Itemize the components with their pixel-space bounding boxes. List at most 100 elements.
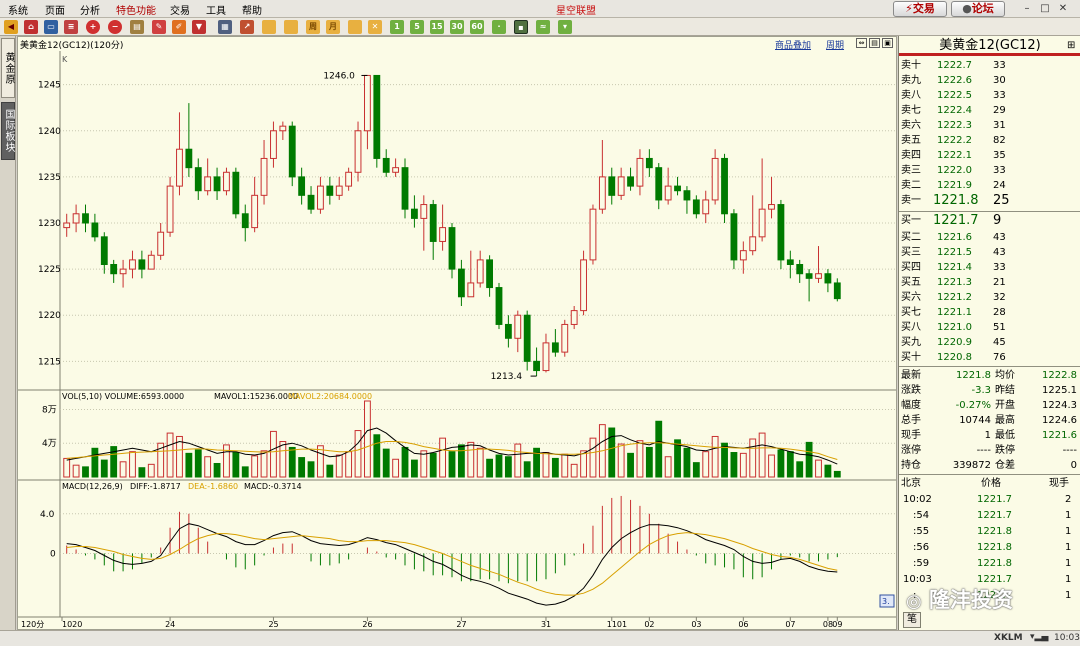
stat-label: 仓差: [995, 460, 1015, 471]
trade-price: 1221.8: [977, 526, 1012, 537]
candle-body: [335, 185, 343, 196]
period-tick-icon[interactable]: ▾: [558, 20, 572, 34]
menu-features[interactable]: 特色功能: [116, 2, 156, 17]
volume-bar: [504, 456, 512, 478]
menu-help[interactable]: 帮助: [242, 2, 262, 17]
stat-label: 均价: [995, 370, 1015, 381]
volume-bar: [251, 455, 259, 478]
volume-bar: [457, 444, 465, 478]
volume-bar: [288, 446, 296, 478]
panel-menu-icon[interactable]: ⊞: [1067, 40, 1075, 51]
brush-icon[interactable]: ✐: [172, 20, 186, 34]
period-year-icon[interactable]: ✕: [368, 20, 382, 34]
mavol2-legend: MAVOL2:20684.0000: [288, 392, 372, 401]
zoom-out-icon[interactable]: −: [108, 20, 122, 34]
menu-page[interactable]: 页面: [45, 2, 65, 17]
menu-trade[interactable]: 交易: [170, 2, 190, 17]
candle-body: [129, 259, 136, 270]
date-label: 25: [268, 620, 278, 629]
minimize-icon[interactable]: –: [1022, 4, 1032, 14]
candle-body: [204, 176, 212, 192]
bid-level-label: 买五: [901, 277, 921, 288]
candle-body: [598, 176, 606, 210]
volume-bar: [570, 463, 578, 478]
bid-volume: 21: [993, 277, 1006, 288]
price-tick-label: 1230: [38, 219, 61, 229]
tab-tick-trades[interactable]: 笔: [903, 612, 921, 628]
candle-body: [91, 222, 99, 238]
trend-chart-icon[interactable]: ↗: [240, 20, 254, 34]
candle-body: [147, 254, 155, 270]
period-1min-button[interactable]: 1: [390, 20, 404, 34]
zoom-in-icon[interactable]: +: [86, 20, 100, 34]
ask-level-label: 卖一: [901, 195, 921, 206]
candle-body: [664, 185, 672, 201]
volume-bar: [542, 452, 550, 478]
tab-international-sector[interactable]: 国际板块: [1, 102, 15, 160]
period-week-button[interactable]: 周: [306, 20, 320, 34]
back-arrow-icon[interactable]: ◀: [4, 20, 18, 34]
volume-bar: [382, 448, 390, 478]
volume-bar: [608, 427, 616, 478]
date-label: 07: [785, 620, 795, 629]
period-minute-icon[interactable]: [262, 20, 276, 34]
ask-volume: 35: [993, 150, 1006, 161]
trade-price: 1221.8: [977, 542, 1012, 553]
quote-list-icon[interactable]: ≡: [64, 20, 78, 34]
price-tick-label: 1225: [38, 265, 61, 275]
tab-gold-source[interactable]: 黄金原: [1, 38, 15, 98]
grid-view-icon[interactable]: ▦: [218, 20, 232, 34]
candle-body: [457, 268, 465, 298]
date-label: 26: [362, 620, 372, 629]
volume-bar: [824, 464, 832, 478]
period-60min-button[interactable]: 60: [470, 20, 484, 34]
close-icon[interactable]: ✕: [1058, 4, 1068, 14]
ask-volume: 31: [993, 120, 1006, 131]
menu-tools[interactable]: 工具: [206, 2, 226, 17]
home-icon[interactable]: ⌂: [24, 20, 38, 34]
date-label: 02: [644, 620, 654, 629]
period-day-icon[interactable]: [284, 20, 298, 34]
candle-body: [345, 171, 353, 187]
chart-area[interactable]: 美黄金12(GC12)(120分) 商品叠加 周期 ⇔ ▤ ▣ K 1245 124…: [17, 36, 897, 630]
candle-body: [730, 213, 738, 261]
candle-body: [279, 125, 287, 132]
period-15min-button[interactable]: 15: [430, 20, 444, 34]
ask-price: 1222.1: [937, 150, 972, 161]
period-5min-button[interactable]: 5: [410, 20, 424, 34]
pencil-icon[interactable]: ✎: [152, 20, 166, 34]
bid-price: 1221.2: [937, 292, 972, 303]
trade-button[interactable]: ⚡交易: [893, 1, 947, 17]
trade-time: :56: [913, 542, 930, 553]
volume-bar: [645, 446, 653, 478]
period-custom-icon[interactable]: ≈: [536, 20, 550, 34]
period-month-button[interactable]: 月: [326, 20, 340, 34]
candle-body: [194, 167, 202, 192]
drawing-tool-icon[interactable]: ▤: [130, 20, 144, 34]
ask-volume: 82: [993, 135, 1006, 146]
period-120min-icon[interactable]: ▪: [514, 20, 528, 34]
candle-body: [721, 157, 728, 215]
watermark: ◎ 隆沣投资: [906, 584, 1056, 612]
stat-value: 10744: [959, 415, 991, 426]
window-icon[interactable]: ▭: [44, 20, 58, 34]
volume-bar: [213, 462, 221, 478]
filter-icon[interactable]: ▼: [192, 20, 206, 34]
candle-body: [63, 222, 71, 229]
candle-body: [692, 199, 700, 215]
candle-body: [739, 250, 747, 261]
candle-body: [636, 157, 644, 187]
forum-button[interactable]: ●论坛: [951, 1, 1005, 17]
maximize-icon[interactable]: □: [1040, 4, 1050, 14]
period-30min-button[interactable]: 30: [450, 20, 464, 34]
menu-system[interactable]: 系统: [8, 2, 28, 17]
menu-analysis[interactable]: 分析: [80, 2, 100, 17]
period-season-icon[interactable]: [348, 20, 362, 34]
ask-row: 卖八 1222.5 33: [899, 88, 1080, 103]
ask-row: 卖二 1221.9 24: [899, 178, 1080, 193]
candle-body: [176, 148, 183, 187]
candle-body: [382, 157, 390, 173]
stat-row: 持仓 339872 仓差 0: [899, 458, 1080, 473]
ask-row: 卖九 1222.6 30: [899, 73, 1080, 88]
period-more-icon[interactable]: ·: [492, 20, 506, 34]
